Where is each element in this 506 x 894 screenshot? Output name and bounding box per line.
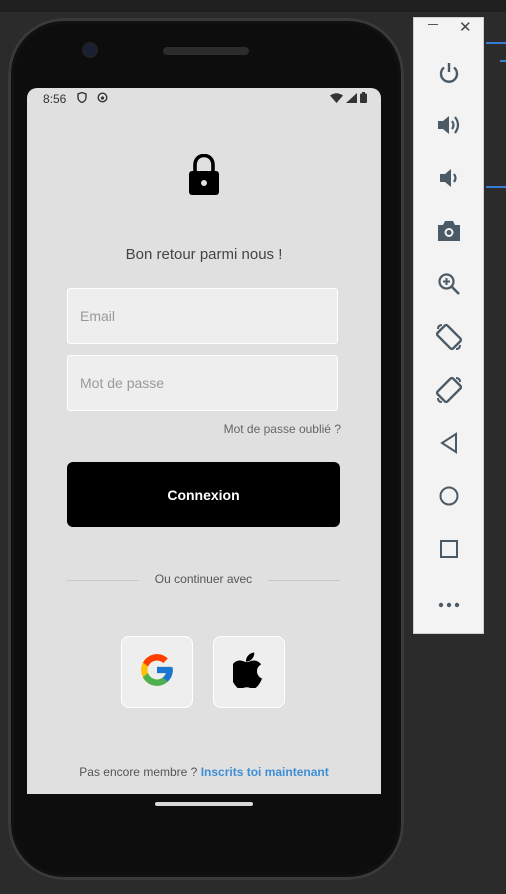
overview-square-icon <box>439 539 459 564</box>
back-button[interactable] <box>432 428 466 462</box>
signup-row: Pas encore membre ? Inscrits toi mainten… <box>27 765 381 779</box>
ide-marker <box>500 60 506 62</box>
speaker-grille <box>163 47 249 55</box>
welcome-text: Bon retour parmi nous ! <box>125 246 283 263</box>
overview-button[interactable] <box>432 534 466 568</box>
front-camera <box>84 44 96 56</box>
zoom-button[interactable] <box>432 269 466 303</box>
ide-marker <box>486 42 506 44</box>
rotate-left-icon <box>435 323 463 356</box>
volume-up-button[interactable] <box>432 110 466 144</box>
home-circle-icon <box>438 485 460 512</box>
emulator-toolbar: ✕ <box>413 17 484 634</box>
signup-prompt: Pas encore membre ? <box>79 765 198 779</box>
status-right-icons <box>330 92 367 106</box>
app-screen: 8:56 Bon retour parmi nous ! Email Mot d… <box>27 88 381 794</box>
notification-icon <box>97 92 108 106</box>
minimize-button[interactable] <box>428 24 438 25</box>
apple-icon <box>230 651 265 693</box>
screenshot-button[interactable] <box>432 216 466 250</box>
email-field[interactable] <box>67 288 338 344</box>
google-icon <box>138 651 176 694</box>
status-time: 8:56 <box>43 92 67 106</box>
volume-down-icon <box>437 166 461 195</box>
gesture-home-bar[interactable] <box>155 802 253 806</box>
power-icon <box>437 61 461 90</box>
rotate-right-icon <box>435 376 463 409</box>
ide-top-strip <box>0 0 506 12</box>
google-login-button[interactable] <box>121 636 193 708</box>
email-input[interactable] <box>78 307 327 325</box>
status-bar: 8:56 <box>27 88 381 110</box>
rotate-right-button[interactable] <box>432 375 466 409</box>
home-button[interactable] <box>432 481 466 515</box>
volume-up-icon <box>436 113 462 142</box>
close-button[interactable]: ✕ <box>459 18 472 36</box>
volume-down-button[interactable] <box>432 163 466 197</box>
zoom-icon <box>437 272 461 301</box>
wifi-icon <box>330 92 343 106</box>
divider-text: Ou continuer avec <box>154 572 253 586</box>
ide-marker <box>486 186 506 188</box>
password-field[interactable] <box>67 355 338 411</box>
divider-line-right <box>268 580 340 581</box>
rotate-left-button[interactable] <box>432 322 466 356</box>
power-button[interactable] <box>432 58 466 92</box>
login-button[interactable]: Connexion <box>67 462 340 527</box>
apple-login-button[interactable] <box>213 636 285 708</box>
camera-icon <box>436 220 462 247</box>
signal-icon <box>346 92 357 106</box>
more-dots-icon <box>438 595 460 613</box>
more-button[interactable] <box>432 587 466 621</box>
shield-icon <box>77 91 87 106</box>
forgot-password-link[interactable]: Mot de passe oublié ? <box>224 422 341 436</box>
back-triangle-icon <box>439 431 459 459</box>
battery-icon <box>360 92 367 106</box>
divider: Ou continuer avec <box>67 572 340 588</box>
phone-frame: 8:56 Bon retour parmi nous ! Email Mot d… <box>8 18 404 880</box>
lock-icon <box>188 153 220 201</box>
signup-link[interactable]: Inscrits toi maintenant <box>201 765 329 779</box>
password-input[interactable] <box>78 374 327 392</box>
